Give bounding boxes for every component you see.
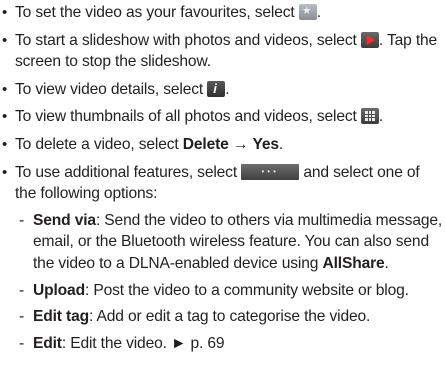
option-term: Edit tag xyxy=(33,308,89,326)
list-item-delete: To delete a video, select Delete → Yes. xyxy=(0,134,445,156)
favourite-star-icon xyxy=(298,1,317,23)
instruction-list: To set the video as your favourites, sel… xyxy=(0,1,445,355)
option-term: Send via xyxy=(33,211,96,229)
option-edit-tag: Edit tag: Add or edit a tag to categoris… xyxy=(15,306,445,328)
more-options-icon xyxy=(241,161,300,182)
allshare-term: AllShare xyxy=(322,254,385,272)
yes-term: Yes xyxy=(252,135,279,153)
list-item-additional: To use additional features, select and s… xyxy=(0,161,445,355)
option-send-via: Send via: Send the video to others via m… xyxy=(15,210,445,275)
options-list: Send via: Send the video to others via m… xyxy=(15,210,445,355)
slideshow-play-icon xyxy=(360,31,379,48)
list-item-thumbnails: To view thumbnails of all photos and vid… xyxy=(0,106,445,128)
delete-term: Delete xyxy=(182,135,229,153)
list-item-details: To view video details, select . xyxy=(0,78,445,101)
option-upload: Upload: Post the video to a community we… xyxy=(15,280,445,302)
option-term: Edit xyxy=(33,334,62,352)
list-item-favourite: To set the video as your favourites, sel… xyxy=(0,1,445,24)
manual-page: To set the video as your favourites, sel… xyxy=(0,1,445,360)
list-item-slideshow: To start a slideshow with photos and vid… xyxy=(0,30,445,73)
info-icon xyxy=(207,78,226,99)
option-term: Upload xyxy=(33,281,85,299)
arrow: → xyxy=(228,135,253,153)
thumbnail-grid-icon xyxy=(360,108,379,125)
option-edit: Edit: Edit the video. ► p. 69 xyxy=(15,333,445,355)
